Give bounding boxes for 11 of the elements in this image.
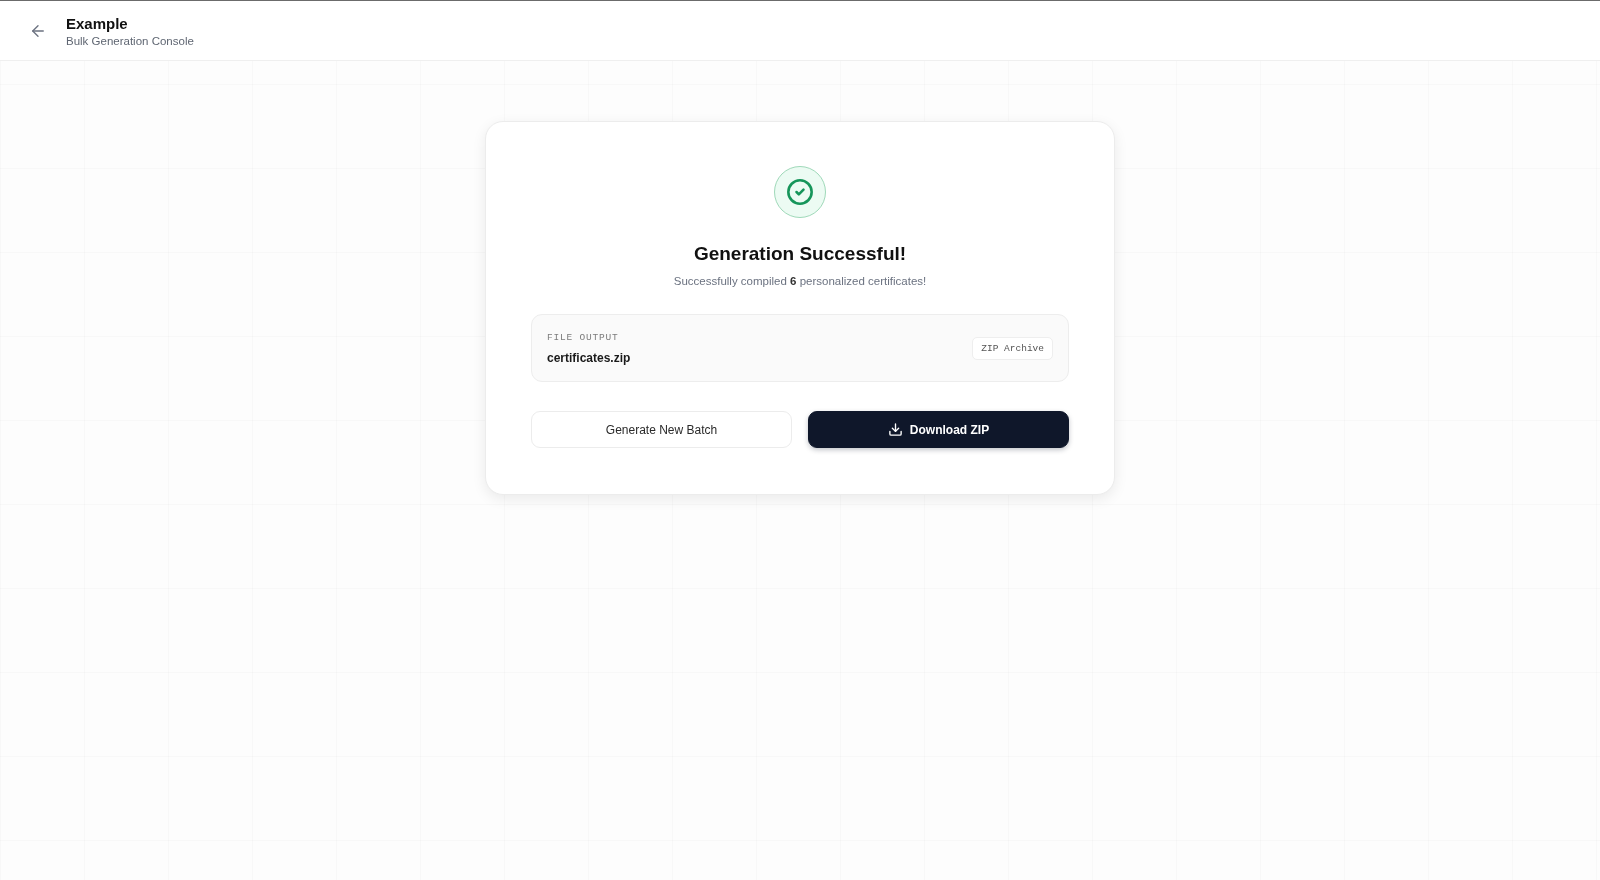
file-type-tag: ZIP Archive <box>972 336 1053 360</box>
page-subtitle: Bulk Generation Console <box>66 34 194 47</box>
file-name: certificates.zip <box>547 350 631 365</box>
check-circle-icon <box>774 166 826 218</box>
download-icon <box>887 422 903 437</box>
new-batch-button[interactable]: Generate New Batch <box>531 411 792 448</box>
download-button[interactable]: Download ZIP <box>808 411 1069 448</box>
page-title: Example <box>66 14 129 32</box>
success-message: Successfully compiled 6 personalized certificates! <box>673 275 927 287</box>
success-title: Generation Successful! <box>693 243 907 265</box>
file-output-label: FILE OUTPUT <box>547 331 620 343</box>
